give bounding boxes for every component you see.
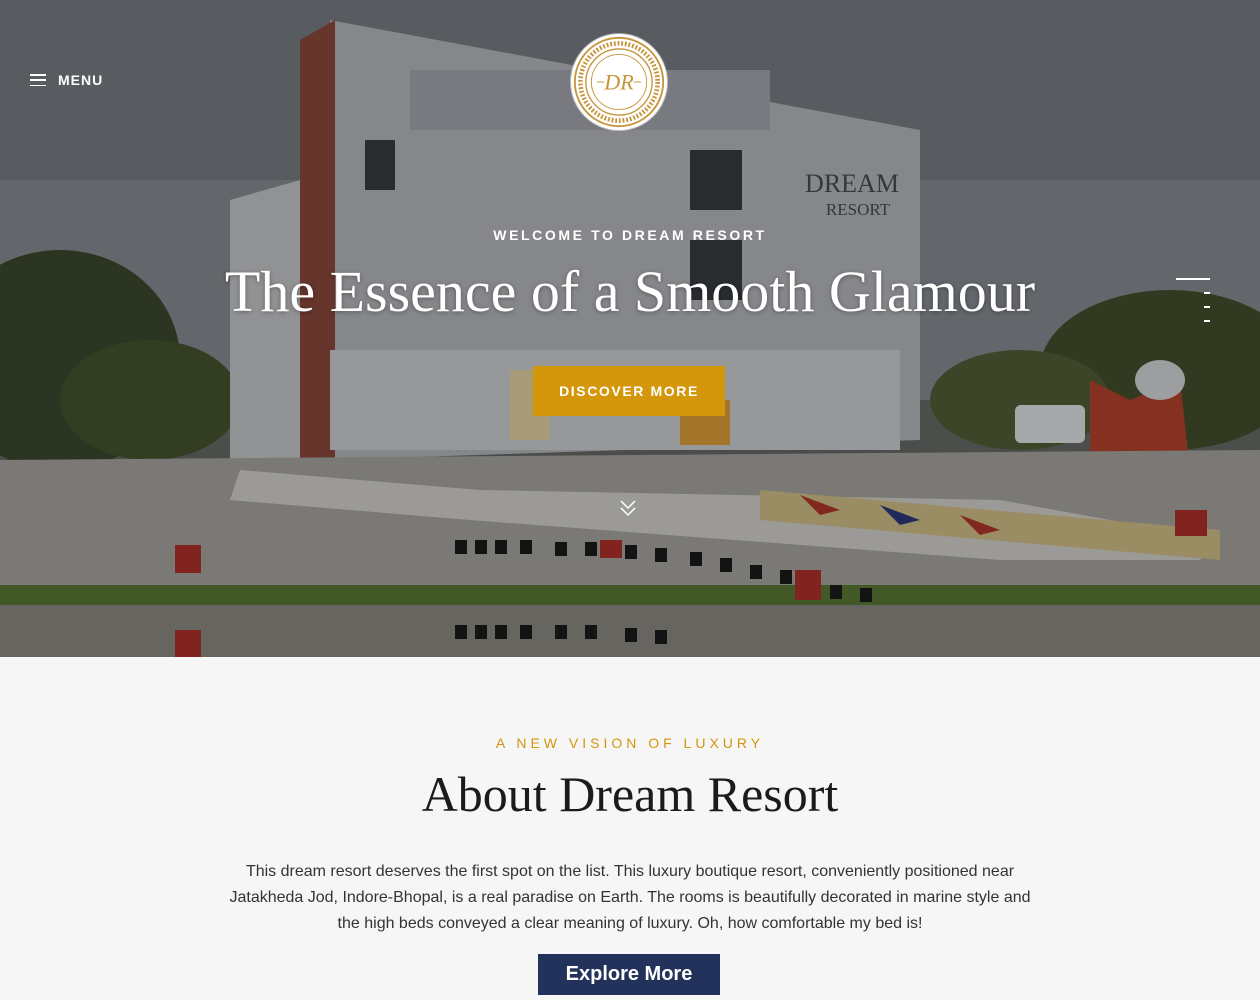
- resort-logo[interactable]: DR: [571, 34, 667, 130]
- explore-more-button[interactable]: Explore More: [538, 954, 720, 995]
- slider-pagination: [1176, 278, 1210, 326]
- about-kicker: A NEW VISION OF LUXURY: [495, 735, 765, 751]
- slide-indicator-2[interactable]: [1204, 292, 1210, 294]
- logo-text: DR: [603, 69, 634, 94]
- about-section: A NEW VISION OF LUXURY About Dream Resor…: [0, 657, 1260, 1000]
- logo-emblem: DR: [573, 36, 665, 128]
- hero-title: The Essence of a Smooth Glamour: [224, 259, 1036, 324]
- slide-indicator-4[interactable]: [1204, 320, 1210, 322]
- about-title: About Dream Resort: [421, 766, 839, 822]
- discover-more-button[interactable]: DISCOVER MORE: [533, 366, 725, 416]
- slide-indicator-3[interactable]: [1204, 306, 1210, 308]
- menu-button[interactable]: MENU: [30, 72, 103, 88]
- hamburger-icon: [30, 74, 46, 86]
- about-description: This dream resort deserves the first spo…: [229, 863, 1031, 932]
- hero-kicker: WELCOME TO DREAM RESORT: [493, 227, 767, 243]
- double-chevron-down-icon[interactable]: [619, 498, 637, 518]
- slide-indicator-1-active[interactable]: [1176, 278, 1210, 280]
- menu-label: MENU: [58, 72, 104, 88]
- hero-section: DREAM RESORT MENU DR WELCOME TO DREAM RE…: [0, 0, 1260, 657]
